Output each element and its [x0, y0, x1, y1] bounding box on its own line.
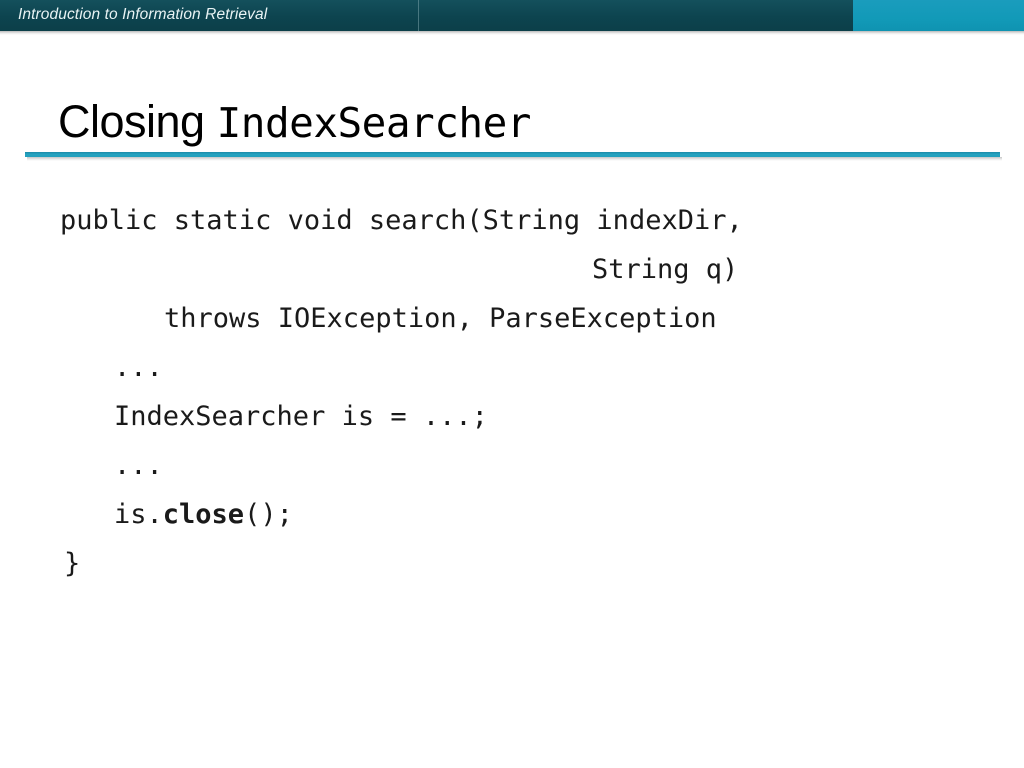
code-emphasis: close — [162, 499, 245, 530]
banner-accent-region — [853, 0, 1024, 31]
code-line: String q) — [592, 254, 739, 285]
course-title: Introduction to Information Retrieval — [18, 6, 268, 23]
code-line: } — [64, 548, 81, 579]
banner-shadow — [0, 31, 1024, 35]
page-title-plain: Closing — [58, 96, 217, 147]
page-title-mono: IndexSearcher — [216, 99, 532, 147]
code-line: is.close(); — [0, 490, 1024, 539]
code-text: (); — [244, 499, 293, 530]
code-line: throws IOException, ParseException — [164, 303, 717, 334]
banner-divider — [418, 0, 419, 31]
code-line: ... — [114, 352, 163, 383]
title-underline-shadow — [27, 157, 1002, 161]
code-line: ... — [114, 450, 163, 481]
code-text: is. — [114, 499, 163, 530]
code-line: public static void search(String indexDi… — [60, 205, 743, 236]
code-line: IndexSearcher is = ...; — [114, 401, 488, 432]
code-block: public static void search(String indexDi… — [0, 196, 1024, 588]
top-banner: Introduction to Information Retrieval — [0, 0, 1024, 31]
slide: Introduction to Information Retrieval Cl… — [0, 0, 1024, 768]
